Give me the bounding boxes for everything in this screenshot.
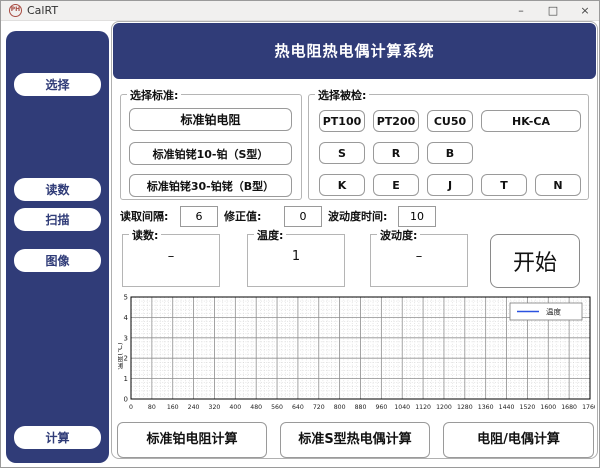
param-label: 读取间隔: <box>120 210 169 223</box>
sidebar: 选择读数扫描图像计算 <box>6 31 109 463</box>
svg-text:温度(℃): 温度(℃) <box>118 342 124 370</box>
svg-text:320: 320 <box>209 404 221 411</box>
readout-box: 波动度: – <box>370 227 468 287</box>
standard-button[interactable]: 标准铂铑10-铂（S型） <box>129 142 292 165</box>
svg-text:160: 160 <box>167 404 179 411</box>
readout-label: 波动度: <box>377 227 421 243</box>
dut-button-s[interactable]: S <box>319 142 365 164</box>
svg-text:880: 880 <box>355 404 367 411</box>
svg-text:1600: 1600 <box>540 404 556 411</box>
svg-text:560: 560 <box>271 404 283 411</box>
svg-text:1520: 1520 <box>520 404 536 411</box>
dut-button-cu50[interactable]: CU50 <box>427 110 473 132</box>
temperature-chart: 0 80 160 240 320 400 480 560 640 720 800 880 960 1040… <box>115 294 598 418</box>
dut-group-label: 选择被检: <box>315 87 370 103</box>
title-bar: PH CalRT – □ × <box>1 1 599 21</box>
readout-value: – <box>167 249 175 264</box>
dut-button-b[interactable]: B <box>427 142 473 164</box>
svg-text:0: 0 <box>129 404 133 411</box>
bottom-button-1[interactable]: 标准S型热电偶计算 <box>280 422 430 458</box>
param-input-1[interactable] <box>284 206 322 227</box>
sidebar-item-select[interactable]: 选择 <box>14 73 101 96</box>
legend-label: 温度 <box>546 307 561 317</box>
readout-box: 温度: 1 <box>247 227 345 287</box>
param-input-0[interactable] <box>180 206 218 227</box>
svg-text:720: 720 <box>313 404 325 411</box>
svg-text:1: 1 <box>124 375 128 383</box>
param-label: 波动度时间: <box>328 210 388 223</box>
svg-text:2: 2 <box>124 355 128 363</box>
dut-button-pt100[interactable]: PT100 <box>319 110 365 132</box>
sidebar-item-image[interactable]: 图像 <box>14 249 101 272</box>
app-window: PH CalRT – □ × 选择读数扫描图像计算 热电阻热电偶计算系统 选择标… <box>0 0 600 468</box>
dut-group: 选择被检: PT100 PT200 CU50 HK-CA S R B K E J T N <box>308 87 589 200</box>
bottom-button-2[interactable]: 电阻/电偶计算 <box>443 422 594 458</box>
readout-box: 读数: – <box>122 227 220 287</box>
dut-button-k[interactable]: K <box>319 174 365 196</box>
svg-text:4: 4 <box>124 314 129 322</box>
svg-text:400: 400 <box>229 404 241 411</box>
readout-value: – <box>415 249 423 264</box>
dut-button-e[interactable]: E <box>373 174 419 196</box>
standard-button[interactable]: 标准铂电阻 <box>129 108 292 131</box>
chart-svg: 0 80 160 240 320 400 480 560 640 720 800 880 960 1040… <box>115 294 598 412</box>
svg-text:1680: 1680 <box>561 404 577 411</box>
svg-text:5: 5 <box>124 294 128 302</box>
dut-button-r[interactable]: R <box>373 142 419 164</box>
svg-text:640: 640 <box>292 404 304 411</box>
svg-text:960: 960 <box>375 404 387 411</box>
dut-button-j[interactable]: J <box>427 174 473 196</box>
svg-text:1200: 1200 <box>436 404 452 411</box>
sidebar-item-reading[interactable]: 读数 <box>14 178 101 201</box>
readout-value: 1 <box>291 249 301 264</box>
svg-text:1440: 1440 <box>499 404 515 411</box>
main-panel: 热电阻热电偶计算系统 选择标准: 标准铂电阻标准铂铑10-铂（S型） 标准铂铑30… <box>111 21 598 459</box>
param-input-2[interactable] <box>398 206 436 227</box>
svg-text:80: 80 <box>148 404 156 411</box>
readout-label: 温度: <box>254 227 287 243</box>
dut-button-t[interactable]: T <box>481 174 527 196</box>
close-button[interactable]: × <box>569 1 599 21</box>
svg-text:1120: 1120 <box>415 404 431 411</box>
standard-group-label: 选择标准: <box>127 87 182 103</box>
svg-text:1280: 1280 <box>457 404 473 411</box>
svg-text:480: 480 <box>250 404 262 411</box>
svg-text:1040: 1040 <box>394 404 410 411</box>
sidebar-item-calculate[interactable]: 计算 <box>14 426 101 449</box>
minimize-button[interactable]: – <box>505 1 537 21</box>
dut-button-hk-ca[interactable]: HK-CA <box>481 110 581 132</box>
readout-label: 读数: <box>129 227 162 243</box>
param-label: 修正值: <box>224 210 262 223</box>
standard-button[interactable]: 标准铂铑30-铂铑（B型） <box>129 174 292 197</box>
window-title: CalRT <box>27 4 59 17</box>
dut-button-n[interactable]: N <box>535 174 581 196</box>
svg-text:800: 800 <box>334 404 346 411</box>
svg-text:240: 240 <box>188 404 200 411</box>
maximize-button[interactable]: □ <box>537 1 569 21</box>
bottom-button-0[interactable]: 标准铂电阻计算 <box>117 422 267 458</box>
start-button[interactable]: 开始 <box>490 234 580 288</box>
dut-button-pt200[interactable]: PT200 <box>373 110 419 132</box>
standard-group: 选择标准: 标准铂电阻标准铂铑10-铂（S型） 标准铂铑30-铂铑（B型） <box>120 87 302 200</box>
sidebar-item-scan[interactable]: 扫描 <box>14 208 101 231</box>
page-title: 热电阻热电偶计算系统 <box>113 23 596 79</box>
svg-text:1360: 1360 <box>478 404 494 411</box>
svg-text:1760: 1760 <box>582 404 595 411</box>
app-icon: PH <box>9 4 22 17</box>
svg-text:0: 0 <box>124 396 128 404</box>
svg-text:3: 3 <box>124 334 128 342</box>
